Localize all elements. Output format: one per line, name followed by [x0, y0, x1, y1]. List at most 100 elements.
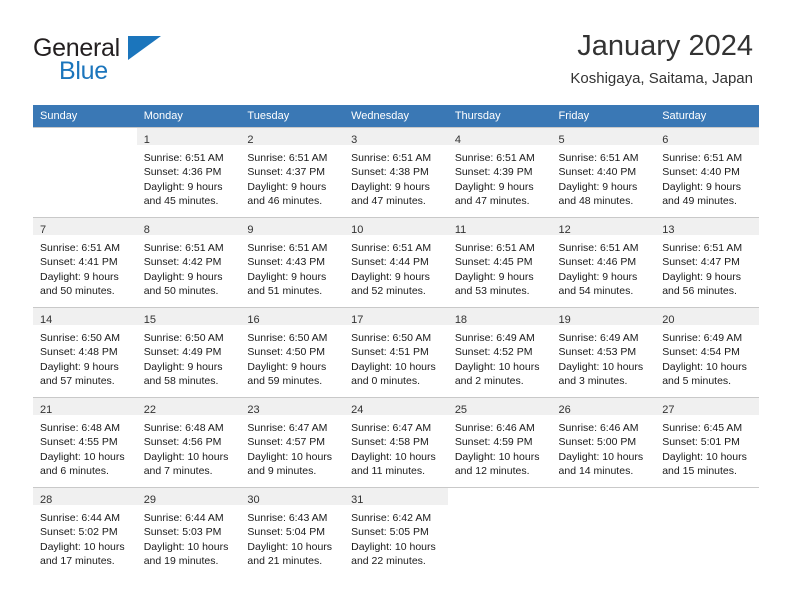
day-number: 1	[143, 134, 150, 146]
daylight-text-line1: Daylight: 9 hours	[662, 180, 742, 193]
calendar-day-cell[interactable]: 16 Sunrise: 6:50 AM Sunset: 4:50 PM Dayligh…	[240, 308, 345, 398]
logo-text-blue: Blue	[59, 57, 108, 85]
daylight-text-line1: Daylight: 9 hours	[247, 360, 327, 373]
calendar-day-cell-empty	[552, 488, 656, 578]
calendar-day-cell[interactable]: 17 Sunrise: 6:50 AM Sunset: 4:51 PM Dayligh…	[344, 308, 448, 398]
calendar-day-cell[interactable]: 7 Sunrise: 6:51 AM Sunset: 4:41 PM Daylight…	[33, 218, 137, 308]
sunset-text: Sunset: 4:50 PM	[247, 346, 326, 359]
calendar-week-row: 7 Sunrise: 6:51 AM Sunset: 4:41 PM Daylight…	[33, 217, 759, 308]
daylight-text-line2: and 45 minutes.	[143, 195, 219, 208]
daylight-text-line2: and 14 minutes.	[558, 465, 634, 478]
daylight-text-line2: and 46 minutes.	[247, 195, 323, 208]
daylight-text-line1: Daylight: 9 hours	[40, 270, 119, 283]
daylight-text-line1: Daylight: 9 hours	[247, 270, 327, 283]
sunset-text: Sunset: 4:40 PM	[662, 166, 740, 179]
calendar-day-cell[interactable]: 2 Sunrise: 6:51 AM Sunset: 4:37 PM Daylight…	[240, 128, 345, 218]
calendar-day-cell[interactable]: 20 Sunrise: 6:49 AM Sunset: 4:54 PM Dayligh…	[655, 308, 759, 398]
sunrise-text: Sunrise: 6:47 AM	[247, 422, 328, 434]
calendar-day-cell[interactable]: 18 Sunrise: 6:49 AM Sunset: 4:52 PM Dayligh…	[447, 308, 552, 398]
sunrise-text: Sunrise: 6:46 AM	[558, 422, 639, 434]
sunset-text: Sunset: 5:05 PM	[351, 526, 429, 539]
calendar-day-cell[interactable]: 10 Sunrise: 6:51 AM Sunset: 4:44 PM Dayligh…	[344, 218, 448, 308]
sunset-text: Sunset: 4:58 PM	[351, 436, 429, 449]
calendar-day-cell[interactable]: 26 Sunrise: 6:46 AM Sunset: 5:00 PM Dayligh…	[551, 398, 656, 488]
day-number: 13	[662, 224, 675, 236]
sunrise-text: Sunrise: 6:51 AM	[247, 242, 328, 254]
calendar-day-cell[interactable]: 12 Sunrise: 6:51 AM Sunset: 4:46 PM Dayligh…	[551, 218, 656, 308]
calendar-day-cell[interactable]: 31 Sunrise: 6:42 AM Sunset: 5:05 PM Dayligh…	[344, 488, 448, 578]
sunrise-text: Sunrise: 6:51 AM	[558, 152, 639, 164]
calendar-day-cell[interactable]: 8 Sunrise: 6:51 AM Sunset: 4:42 PM Daylight…	[136, 218, 241, 308]
calendar-body: 1 Sunrise: 6:51 AM Sunset: 4:36 PM Daylight…	[33, 127, 759, 578]
daylight-text-line1: Daylight: 9 hours	[558, 180, 638, 193]
calendar-day-cell[interactable]: 9 Sunrise: 6:51 AM Sunset: 4:43 PM Daylight…	[240, 218, 345, 308]
calendar-day-cell[interactable]: 22 Sunrise: 6:48 AM Sunset: 4:56 PM Dayligh…	[136, 398, 241, 488]
sunset-text: Sunset: 4:38 PM	[351, 166, 429, 179]
weekday-header-saturday: Saturday	[655, 105, 759, 128]
sunrise-text: Sunrise: 6:50 AM	[351, 332, 432, 344]
daylight-text-line1: Daylight: 9 hours	[143, 360, 223, 373]
general-blue-logo: General Blue	[33, 34, 263, 85]
sunset-text: Sunset: 4:39 PM	[454, 166, 533, 179]
day-number: 17	[351, 314, 364, 326]
calendar-day-cell[interactable]: 15 Sunrise: 6:50 AM Sunset: 4:49 PM Dayligh…	[136, 308, 241, 398]
sunset-text: Sunset: 4:40 PM	[558, 166, 637, 179]
calendar-day-cell[interactable]: 5 Sunrise: 6:51 AM Sunset: 4:40 PM Daylight…	[551, 128, 656, 218]
sunrise-text: Sunrise: 6:44 AM	[143, 512, 224, 524]
daylight-text-line2: and 56 minutes.	[662, 285, 737, 298]
weekday-header-sunday: Sunday	[33, 105, 137, 128]
calendar-day-cell[interactable]: 25 Sunrise: 6:46 AM Sunset: 4:59 PM Dayligh…	[447, 398, 552, 488]
calendar-day-cell[interactable]: 29 Sunrise: 6:44 AM Sunset: 5:03 PM Dayligh…	[136, 488, 241, 578]
daylight-text-line2: and 11 minutes.	[351, 465, 426, 478]
calendar-day-cell[interactable]: 14 Sunrise: 6:50 AM Sunset: 4:48 PM Dayligh…	[33, 308, 137, 398]
daylight-text-line1: Daylight: 10 hours	[40, 450, 125, 463]
daylight-text-line2: and 50 minutes.	[143, 285, 219, 298]
page-title: January 2024	[577, 30, 753, 62]
calendar-day-cell[interactable]: 23 Sunrise: 6:47 AM Sunset: 4:57 PM Dayligh…	[240, 398, 345, 488]
weekday-header-friday: Friday	[551, 105, 656, 128]
daylight-text-line2: and 6 minutes.	[40, 465, 109, 478]
sunset-text: Sunset: 4:47 PM	[662, 256, 740, 269]
calendar-day-cell[interactable]: 6 Sunrise: 6:51 AM Sunset: 4:40 PM Daylight…	[655, 128, 759, 218]
daylight-text-line1: Daylight: 10 hours	[40, 540, 125, 553]
calendar-day-cell[interactable]: 1 Sunrise: 6:51 AM Sunset: 4:36 PM Daylight…	[136, 128, 241, 218]
daylight-text-line1: Daylight: 9 hours	[454, 180, 534, 193]
weekday-header-tuesday: Tuesday	[240, 105, 345, 128]
daylight-text-line2: and 52 minutes.	[351, 285, 426, 298]
day-number: 20	[662, 314, 675, 326]
daylight-text-line2: and 3 minutes.	[558, 375, 628, 388]
location-subtitle: Koshigaya, Saitama, Japan	[570, 70, 753, 87]
daylight-text-line2: and 21 minutes.	[247, 555, 323, 568]
daylight-text-line2: and 50 minutes.	[40, 285, 115, 298]
sunset-text: Sunset: 4:53 PM	[558, 346, 637, 359]
day-number: 21	[40, 404, 53, 416]
calendar-day-cell[interactable]: 19 Sunrise: 6:49 AM Sunset: 4:53 PM Dayligh…	[551, 308, 656, 398]
calendar-day-cell[interactable]: 27 Sunrise: 6:45 AM Sunset: 5:01 PM Dayligh…	[655, 398, 759, 488]
calendar-day-cell[interactable]: 3 Sunrise: 6:51 AM Sunset: 4:38 PM Daylight…	[344, 128, 448, 218]
sunset-text: Sunset: 4:49 PM	[143, 346, 222, 359]
calendar-day-cell-empty	[655, 488, 759, 578]
sunset-text: Sunset: 5:00 PM	[558, 436, 637, 449]
calendar-day-cell[interactable]: 4 Sunrise: 6:51 AM Sunset: 4:39 PM Daylight…	[447, 128, 552, 218]
sunrise-text: Sunrise: 6:49 AM	[662, 332, 743, 344]
day-number: 11	[454, 224, 467, 236]
calendar-day-cell[interactable]: 11 Sunrise: 6:51 AM Sunset: 4:45 PM Dayligh…	[447, 218, 552, 308]
sunrise-text: Sunrise: 6:51 AM	[143, 242, 224, 254]
day-number: 28	[40, 494, 53, 506]
calendar-day-cell[interactable]: 13 Sunrise: 6:51 AM Sunset: 4:47 PM Dayligh…	[655, 218, 759, 308]
daylight-text-line1: Daylight: 10 hours	[351, 450, 436, 463]
day-number: 23	[247, 404, 260, 416]
daylight-text-line2: and 5 minutes.	[662, 375, 732, 388]
day-number: 2	[247, 134, 254, 146]
daylight-text-line2: and 47 minutes.	[351, 195, 426, 208]
sunset-text: Sunset: 4:56 PM	[143, 436, 222, 449]
sunset-text: Sunset: 4:51 PM	[351, 346, 429, 359]
calendar-day-cell[interactable]: 28 Sunrise: 6:44 AM Sunset: 5:02 PM Dayligh…	[33, 488, 137, 578]
calendar-day-cell[interactable]: 24 Sunrise: 6:47 AM Sunset: 4:58 PM Dayligh…	[344, 398, 448, 488]
day-number: 12	[558, 224, 571, 236]
calendar-day-cell[interactable]: 21 Sunrise: 6:48 AM Sunset: 4:55 PM Dayligh…	[33, 398, 137, 488]
sunrise-text: Sunrise: 6:50 AM	[40, 332, 120, 344]
sunset-text: Sunset: 4:45 PM	[454, 256, 533, 269]
calendar-day-cell[interactable]: 30 Sunrise: 6:43 AM Sunset: 5:04 PM Dayligh…	[240, 488, 345, 578]
weekday-header-wednesday: Wednesday	[344, 105, 448, 128]
